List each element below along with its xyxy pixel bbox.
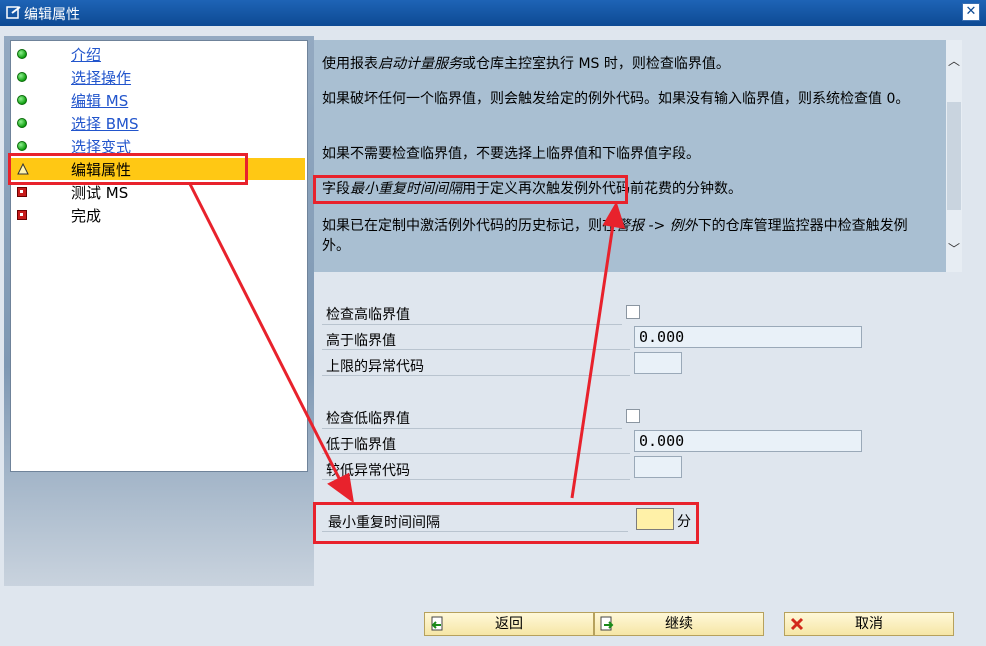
- step-label[interactable]: 选择 BMS: [71, 113, 139, 134]
- step-select-operation[interactable]: 选择操作: [11, 66, 305, 88]
- green-status-icon: [17, 72, 27, 82]
- divider: [322, 479, 630, 480]
- annotation-box-current-step: [8, 153, 248, 185]
- step-intro[interactable]: 介绍: [11, 43, 305, 65]
- wizard-steps-panel: 介绍 选择操作 编辑 MS 选择 BMS 选择变式 编辑属性 测试 MS 完成: [10, 40, 308, 472]
- step-label: 完成: [71, 207, 102, 225]
- continue-arrow-icon: [600, 616, 614, 631]
- report-name: 启动计量服务: [378, 56, 462, 72]
- help-text: 使用报表: [322, 56, 378, 72]
- divider: [322, 324, 622, 325]
- help-paragraph-3: 如果不需要检查临界值，不要选择上临界值和下临界值字段。: [322, 146, 700, 162]
- help-text: 或仓库主控室执行 MS 时，则检查临界值。: [462, 56, 730, 72]
- green-status-icon: [17, 141, 27, 151]
- above-threshold-label: 高于临界值: [326, 333, 396, 349]
- red-status-icon: [17, 187, 27, 197]
- step-edit-ms[interactable]: 编辑 MS: [11, 89, 305, 111]
- red-status-icon: [17, 210, 27, 220]
- divider: [322, 349, 630, 350]
- check-high-checkbox[interactable]: [626, 305, 640, 319]
- annotation-box-min-interval: [313, 502, 699, 544]
- scroll-down-icon[interactable]: ﹀: [946, 240, 962, 258]
- scroll-thumb[interactable]: [947, 102, 961, 210]
- check-high-label: 检查高临界值: [326, 307, 410, 323]
- step-finish[interactable]: 完成: [11, 204, 305, 226]
- step-label: 测试 MS: [71, 184, 129, 202]
- close-icon: ✕: [965, 4, 977, 19]
- lower-exception-code-input[interactable]: [634, 456, 682, 478]
- step-label[interactable]: 介绍: [71, 44, 101, 65]
- help-paragraph-2: 如果破坏任何一个临界值，则会触发给定的例外代码。如果没有输入临界值，则系统检查值…: [322, 91, 910, 107]
- green-status-icon: [17, 118, 27, 128]
- divider: [322, 428, 622, 429]
- green-status-icon: [17, 95, 27, 105]
- below-threshold-label: 低于临界值: [326, 437, 396, 453]
- back-button[interactable]: 返回: [424, 612, 594, 636]
- menu-path: 警报 -> 例外: [616, 218, 698, 234]
- scroll-up-icon[interactable]: ︿: [946, 52, 962, 70]
- help-paragraph-1: 使用报表启动计量服务或仓库主控室执行 MS 时，则检查临界值。: [322, 54, 932, 74]
- divider: [322, 375, 630, 376]
- upper-exception-code-label: 上限的异常代码: [326, 359, 424, 375]
- annotation-box-help-text: [313, 175, 628, 204]
- continue-button-label: 继续: [665, 616, 693, 632]
- lower-exception-code-label: 较低异常代码: [326, 463, 410, 479]
- window-title: 编辑属性: [24, 7, 80, 23]
- continue-button[interactable]: 继续: [594, 612, 764, 636]
- help-text-panel: 使用报表启动计量服务或仓库主控室执行 MS 时，则检查临界值。 如果破坏任何一个…: [314, 40, 946, 272]
- close-button[interactable]: ✕: [962, 3, 980, 21]
- edit-window-icon: [6, 6, 21, 19]
- divider: [322, 453, 630, 454]
- step-select-bms[interactable]: 选择 BMS: [11, 112, 305, 134]
- check-low-checkbox[interactable]: [626, 409, 640, 423]
- check-low-label: 检查低临界值: [326, 411, 410, 427]
- help-scrollbar[interactable]: ︿ ﹀: [946, 40, 962, 272]
- upper-exception-code-input[interactable]: [634, 352, 682, 374]
- cancel-x-icon: [790, 617, 804, 631]
- cancel-button[interactable]: 取消: [784, 612, 954, 636]
- help-text: 如果已在定制中激活例外代码的历史标记，则在: [322, 218, 616, 234]
- help-paragraph-5: 如果已在定制中激活例外代码的历史标记，则在警报 -> 例外下的仓库管理监控器中检…: [322, 216, 932, 256]
- back-button-label: 返回: [495, 616, 523, 632]
- title-bar: 编辑属性 ✕: [0, 0, 986, 26]
- green-status-icon: [17, 49, 27, 59]
- cancel-button-label: 取消: [855, 616, 883, 632]
- step-label[interactable]: 选择操作: [71, 67, 131, 88]
- step-label[interactable]: 编辑 MS: [71, 90, 128, 111]
- back-arrow-icon: [431, 616, 443, 631]
- below-threshold-input[interactable]: 0.000: [634, 430, 862, 452]
- above-threshold-input[interactable]: 0.000: [634, 326, 862, 348]
